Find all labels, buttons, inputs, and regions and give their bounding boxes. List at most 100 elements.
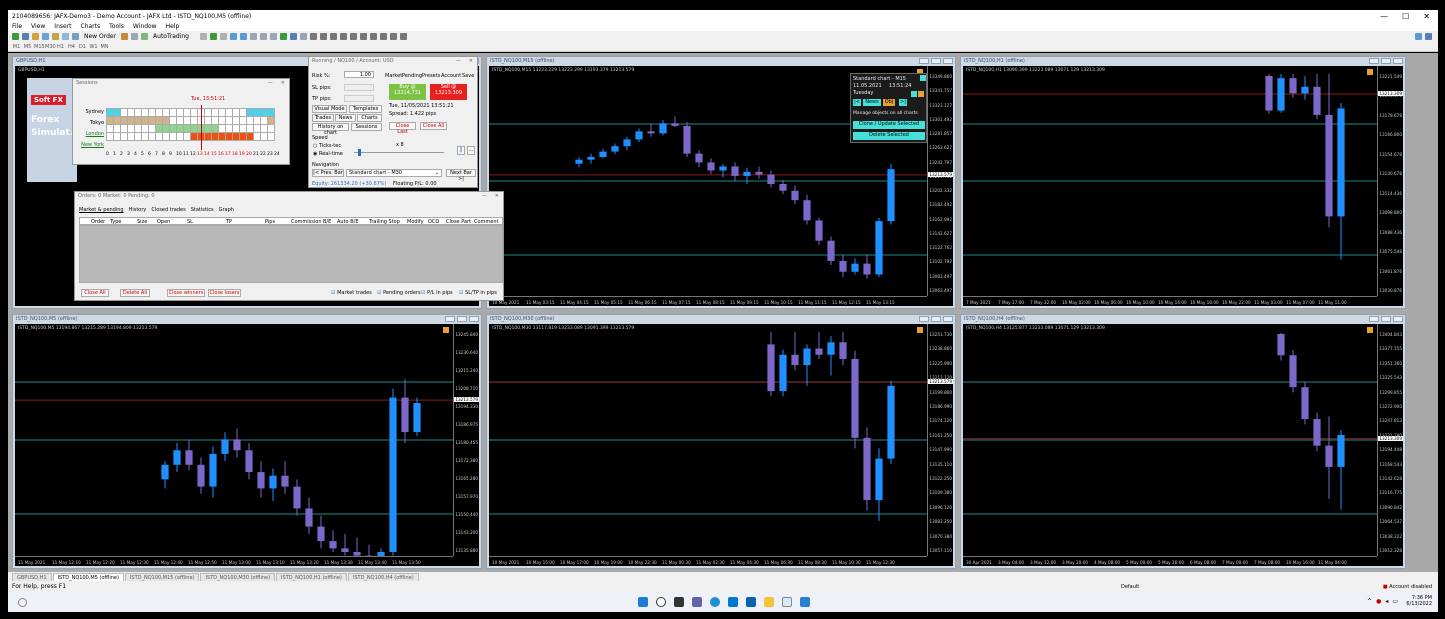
prev-bar-button[interactable]: |< Prev. Bar — [312, 169, 344, 177]
battery-icon[interactable]: ▭ — [1392, 598, 1398, 605]
menu-tools[interactable]: Tools — [109, 23, 124, 30]
tab-closed-trades[interactable]: Closed trades — [151, 207, 185, 213]
radio-ticks[interactable]: ○ Ticks-tec — [313, 143, 341, 149]
tab-account[interactable]: Account — [441, 73, 461, 79]
chart-window-nq100-m5[interactable]: ISTD_NQ100,M5 (offline) ISTD_NQ100,M5 13… — [12, 314, 482, 569]
task-view-icon[interactable] — [674, 597, 684, 607]
navigator-icon[interactable] — [52, 33, 59, 40]
timeframe-d1[interactable]: D1 — [78, 44, 87, 50]
menu-insert[interactable]: Insert — [54, 23, 71, 30]
menu-charts[interactable]: Charts — [81, 23, 101, 30]
strategy-tester-icon[interactable] — [72, 33, 79, 40]
history-icon[interactable] — [141, 33, 149, 40]
tab-nq100-h4[interactable]: ISTD_NQ100,H4 (offline) — [347, 573, 419, 581]
sell-button[interactable]: Sell @13213.309 — [430, 84, 467, 100]
close-all-orders-button[interactable]: Close All — [81, 289, 109, 297]
fibonacci-icon[interactable] — [370, 33, 377, 40]
candlestick-plot[interactable] — [489, 324, 927, 556]
chart-minimize-button[interactable] — [1369, 58, 1379, 64]
tab-nq100-m30[interactable]: ISTD_NQ100,M30 (offline) — [200, 573, 276, 581]
candlestick-plot[interactable] — [963, 324, 1377, 556]
nav-up-button[interactable] — [911, 91, 917, 97]
delete-all-button[interactable]: Delete All — [120, 289, 150, 297]
community-icon[interactable] — [1425, 33, 1432, 40]
simulator-icon[interactable] — [800, 597, 810, 607]
timeframe-m5[interactable]: M5 — [23, 44, 32, 50]
pause-button[interactable]: ‖ — [457, 146, 465, 155]
timeframe-m15[interactable]: M15 — [34, 44, 45, 50]
chart-minimize-button[interactable] — [1369, 316, 1379, 322]
chart-close-button[interactable] — [1393, 58, 1403, 64]
orders-table-body[interactable] — [79, 225, 503, 283]
data-window-icon[interactable] — [42, 33, 49, 40]
vertical-line-icon[interactable] — [330, 33, 337, 40]
nav-up-alt-button[interactable] — [918, 91, 924, 97]
orders-minimize[interactable]: — — [482, 192, 487, 201]
close-button[interactable]: ✕ — [1423, 12, 1430, 21]
nav-prev-button[interactable]: |< — [853, 99, 861, 106]
tab-gbpusd-h1[interactable]: GBPUSD,H1 — [12, 573, 52, 581]
new-chart-icon[interactable] — [12, 33, 19, 40]
terminal-icon[interactable] — [62, 33, 69, 40]
menu-view[interactable]: View — [31, 23, 45, 30]
search-icon[interactable] — [1415, 33, 1422, 40]
risk-input[interactable]: 1.00 — [344, 71, 374, 78]
timeframe-m30[interactable]: M30 — [45, 44, 56, 50]
cursor-icon[interactable] — [310, 33, 317, 40]
session-new-york[interactable]: New York — [77, 142, 104, 148]
edge-icon[interactable] — [710, 597, 720, 607]
candlestick-icon[interactable] — [210, 33, 217, 40]
horizontal-line-icon[interactable] — [340, 33, 347, 40]
templates-icon[interactable] — [300, 33, 307, 40]
options-icon[interactable] — [131, 33, 139, 40]
text-icon[interactable] — [380, 33, 387, 40]
trades-button[interactable]: Trades — [312, 114, 334, 122]
tab-presets[interactable]: Presets — [422, 73, 440, 79]
mail-icon[interactable] — [746, 597, 756, 607]
price-axis[interactable]: 13221.54913198.67813178.67813166.8001315… — [1377, 66, 1403, 296]
zoom-in-icon[interactable] — [230, 33, 237, 40]
templates-button[interactable]: Templates — [349, 105, 382, 113]
chart-close-button[interactable] — [469, 316, 479, 322]
time-axis[interactable]: 7 May 2021 7 May 17:00 7 May 22:00 10 May 0… — [963, 296, 1377, 306]
chart-close-button[interactable] — [1393, 316, 1403, 322]
price-axis[interactable]: 13245.840 13230.640 13215.240 13208.710 1319… — [453, 324, 479, 556]
equidistant-channel-icon[interactable] — [360, 33, 367, 40]
chart-area[interactable]: ISTD_NQ100,M5 13194.867 13215.289 13194.… — [15, 324, 479, 566]
time-axis[interactable]: 11 May 2021 11 May 12:10 11 May 12:20 11 Ma… — [15, 556, 453, 566]
timeframe-h4[interactable]: H4 — [67, 44, 76, 50]
taskbar-clock[interactable]: 7:36 PM 6/13/2022 — [1406, 595, 1432, 607]
market-watch-icon[interactable] — [32, 33, 39, 40]
chart-close-button[interactable] — [943, 58, 953, 64]
chart-shift-icon[interactable] — [270, 33, 277, 40]
candlestick-plot[interactable] — [15, 324, 453, 556]
chart-close-button[interactable] — [943, 316, 953, 322]
tab-nq100-m15[interactable]: ISTD_NQ100,M15 (offline) — [124, 573, 200, 581]
check-pl-pips[interactable]: ☑ P/L in pips — [421, 290, 453, 296]
store-icon[interactable] — [728, 597, 738, 607]
chart-area[interactable]: ISTD_NQ100,H4 13125.877 13233.089 13071.… — [963, 324, 1403, 566]
check-market-trades[interactable]: ☑ Market trades — [331, 290, 372, 296]
speed-slider-thumb[interactable] — [358, 149, 361, 156]
start-icon[interactable] — [638, 597, 648, 607]
chart-window-nq100-m30[interactable]: ISTD_NQ100,M30 (offline) ISTD_NQ100,M30 … — [486, 314, 956, 569]
new-order-button[interactable]: New Order — [82, 33, 118, 40]
check-sltp-pips[interactable]: ☑ SL/TP in pips — [459, 290, 497, 296]
news-toggle-button[interactable]: News — [863, 99, 881, 106]
tab-graph[interactable]: Graph — [219, 207, 234, 213]
close-losers-button[interactable]: Close losers — [208, 289, 241, 297]
one-click-trading-icon[interactable] — [917, 327, 923, 333]
history-on-chart-button[interactable]: History on chart — [312, 123, 349, 136]
orders-close[interactable]: ✕ — [495, 192, 499, 201]
profiles-icon[interactable] — [22, 33, 29, 40]
chart-maximize-button[interactable] — [1381, 58, 1391, 64]
price-axis[interactable]: 13404.843 13377.155 13351.360 13325.543 1329… — [1377, 324, 1403, 556]
chart-window-nq100-h1[interactable]: ISTD_NQ100,H1 (offline) ISTD_NQ100,H1 13… — [960, 56, 1406, 309]
bar-chart-icon[interactable] — [200, 33, 207, 40]
trading-panel-minimize[interactable]: — — [456, 57, 461, 66]
price-axis[interactable]: 13251.730 13238.860 13225.990 13213.120 1319… — [927, 324, 953, 556]
one-click-trading-icon[interactable] — [1367, 69, 1373, 75]
chart-maximize-button[interactable] — [1381, 316, 1391, 322]
nav-next-button[interactable]: >| — [899, 99, 907, 106]
teams-icon[interactable] — [692, 597, 702, 607]
